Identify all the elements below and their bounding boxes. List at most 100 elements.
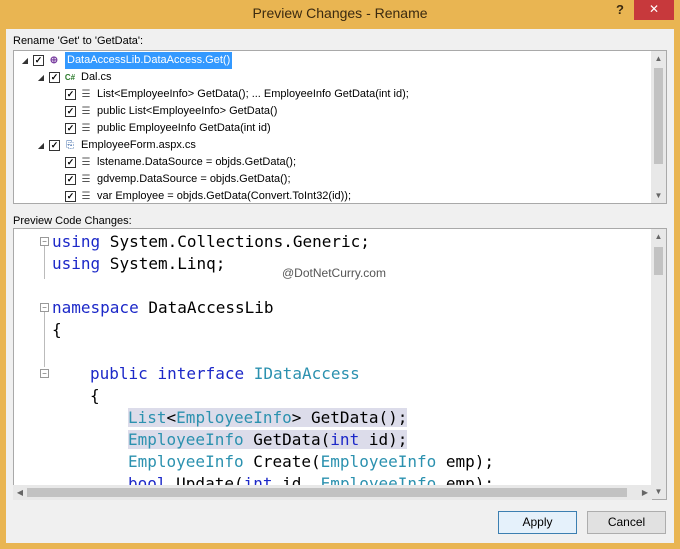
item-checkbox[interactable]: ✓ bbox=[33, 55, 44, 66]
csharp-file-icon: C# bbox=[64, 73, 76, 82]
code-line: EmployeeInfo Create(EmployeeInfo emp); bbox=[128, 451, 494, 473]
item-checkbox[interactable]: ✓ bbox=[65, 157, 76, 168]
tree-item-label: public EmployeeInfo GetData(int id) bbox=[97, 122, 271, 134]
tree-item[interactable]: ✓ ☰ lstename.DataSource = objds.GetData(); bbox=[52, 154, 296, 171]
code-token: Create( bbox=[243, 452, 321, 471]
code-token: EmployeeInfo bbox=[320, 452, 437, 471]
code-line: EmployeeInfo GetData(int id); bbox=[128, 429, 408, 451]
preview-label: Preview Code Changes: bbox=[13, 215, 132, 227]
code-line-icon: ☰ bbox=[81, 89, 91, 100]
expand-toggle-icon[interactable]: ◢ bbox=[20, 56, 30, 66]
code-line: { bbox=[52, 319, 62, 341]
code-token: interface bbox=[157, 364, 245, 383]
tree-item[interactable]: ✓ ☰ public List<EmployeeInfo> GetData() bbox=[52, 103, 277, 120]
scroll-left-arrow-icon[interactable]: ◀ bbox=[13, 485, 27, 500]
tree-item[interactable]: ✓ ☰ public EmployeeInfo GetData(int id) bbox=[52, 120, 271, 137]
code-token: namespace bbox=[52, 298, 139, 317]
fold-guide bbox=[44, 243, 45, 279]
code-token: using bbox=[52, 232, 101, 251]
code-token: { bbox=[90, 386, 100, 405]
item-checkbox[interactable]: ✓ bbox=[65, 123, 76, 134]
fold-guide bbox=[44, 309, 45, 367]
fold-toggle-icon[interactable]: − bbox=[40, 303, 49, 312]
item-checkbox[interactable]: ✓ bbox=[65, 191, 76, 202]
code-token: EmployeeInfo bbox=[176, 408, 292, 427]
scroll-right-arrow-icon[interactable]: ▶ bbox=[638, 485, 652, 500]
tree-item-label: Dal.cs bbox=[81, 71, 112, 83]
tree-item-label: DataAccessLib.DataAccess.Get() bbox=[65, 52, 233, 69]
code-line-icon: ☰ bbox=[81, 174, 91, 185]
tree-vertical-scrollbar[interactable]: ▲ ▼ bbox=[651, 51, 666, 203]
code-token: List bbox=[128, 408, 167, 427]
code-token: System.Linq; bbox=[100, 254, 226, 273]
fold-toggle-icon[interactable]: − bbox=[40, 369, 49, 378]
expand-toggle-icon[interactable]: ◢ bbox=[36, 141, 46, 151]
code-hscroll-thumb[interactable] bbox=[27, 488, 627, 497]
tree-item[interactable]: ◢ ✓ ⊕ DataAccessLib.DataAccess.Get() bbox=[20, 52, 233, 69]
fold-toggle-icon[interactable]: − bbox=[40, 237, 49, 246]
code-token: < bbox=[166, 408, 177, 427]
code-line: public interface IDataAccess bbox=[90, 363, 360, 385]
tree-item[interactable]: ◢ ✓ C# Dal.cs bbox=[36, 69, 112, 86]
code-line-icon: ☰ bbox=[81, 191, 91, 202]
code-line: { bbox=[90, 385, 100, 407]
code-token: IDataAccess bbox=[253, 364, 360, 383]
tree-item[interactable]: ✓ ☰ var Employee = objds.GetData(Convert.T… bbox=[52, 188, 352, 203]
item-checkbox[interactable]: ✓ bbox=[65, 174, 76, 185]
tree-item-label: lstename.DataSource = objds.GetData(); bbox=[97, 156, 297, 168]
tree-scroll-thumb[interactable] bbox=[654, 68, 663, 164]
tree-item[interactable]: ✓ ☰ List<EmployeeInfo> GetData(); ... Empl… bbox=[52, 86, 409, 103]
item-checkbox[interactable]: ✓ bbox=[65, 89, 76, 100]
code-line: using System.Collections.Generic; bbox=[52, 231, 370, 253]
watermark: @DotNetCurry.com bbox=[282, 266, 386, 280]
code-token: using bbox=[52, 254, 101, 273]
code-token: int bbox=[330, 430, 360, 449]
code-token: > GetData(); bbox=[291, 408, 408, 427]
code-scroll-thumb[interactable] bbox=[654, 247, 663, 275]
scroll-down-arrow-icon[interactable]: ▼ bbox=[651, 484, 666, 499]
code-token: System.Collections.Generic; bbox=[100, 232, 370, 251]
code-line-icon: ☰ bbox=[81, 157, 91, 168]
apply-button[interactable]: Apply bbox=[498, 511, 577, 534]
code-line: List<EmployeeInfo> GetData(); bbox=[128, 407, 408, 429]
code-token: emp); bbox=[436, 452, 495, 471]
code-token: public bbox=[90, 364, 148, 383]
tree-item-label: EmployeeForm.aspx.cs bbox=[81, 139, 196, 151]
tree-item-label: List<EmployeeInfo> GetData(); ... Employ… bbox=[97, 88, 409, 100]
item-checkbox[interactable]: ✓ bbox=[49, 72, 60, 83]
code-line-icon: ☰ bbox=[81, 123, 91, 134]
code-vertical-scrollbar[interactable]: ▲ ▼ bbox=[651, 229, 666, 499]
tree-item-label: var Employee = objds.GetData(Convert.ToI… bbox=[97, 190, 352, 202]
code-horizontal-scrollbar[interactable]: ◀ ▶ bbox=[13, 485, 652, 500]
code-token: EmployeeInfo bbox=[128, 430, 244, 449]
close-button[interactable]: ✕ bbox=[634, 0, 674, 20]
tree-item-label: gdvemp.DataSource = objds.GetData(); bbox=[97, 173, 291, 185]
cancel-button[interactable]: Cancel bbox=[587, 511, 666, 534]
tree-item[interactable]: ◢ ✓ ⎘ EmployeeForm.aspx.cs bbox=[36, 137, 196, 154]
item-checkbox[interactable]: ✓ bbox=[65, 106, 76, 117]
expand-toggle-icon[interactable]: ◢ bbox=[36, 73, 46, 83]
code-token: { bbox=[52, 320, 62, 339]
code-token: GetData( bbox=[243, 430, 331, 449]
scroll-up-arrow-icon[interactable]: ▲ bbox=[651, 51, 666, 66]
code-line: using System.Linq; bbox=[52, 253, 225, 275]
code-token: id); bbox=[359, 430, 408, 449]
tree-item[interactable]: ✓ ☰ gdvemp.DataSource = objds.GetData(); bbox=[52, 171, 291, 188]
code-token: EmployeeInfo bbox=[128, 452, 244, 471]
item-checkbox[interactable]: ✓ bbox=[49, 140, 60, 151]
changes-tree: ◢ ✓ ⊕ DataAccessLib.DataAccess.Get() ◢ ✓ C# Dal… bbox=[13, 50, 667, 204]
scroll-down-arrow-icon[interactable]: ▼ bbox=[651, 188, 666, 203]
scroll-up-arrow-icon[interactable]: ▲ bbox=[651, 229, 666, 244]
help-button[interactable]: ? bbox=[608, 0, 632, 22]
window-title: Preview Changes - Rename bbox=[252, 5, 428, 21]
aspx-file-icon: ⎘ bbox=[66, 140, 74, 151]
rename-label: Rename 'Get' to 'GetData': bbox=[13, 35, 144, 47]
